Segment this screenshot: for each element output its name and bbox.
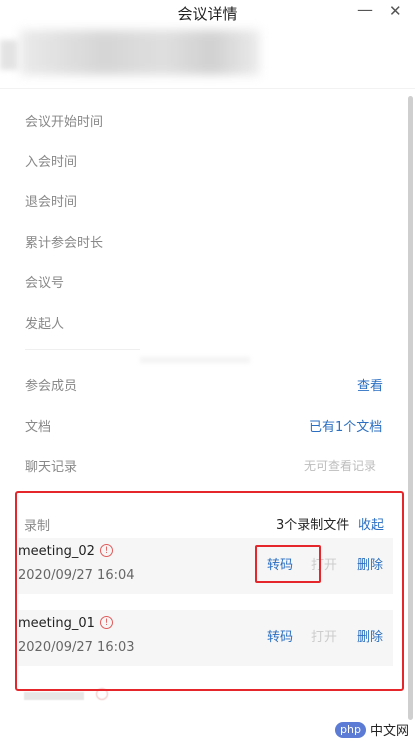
- info-label-host: 发起人: [25, 317, 65, 332]
- watermark: php 中文网: [335, 720, 409, 739]
- blurred-divider: [140, 357, 250, 363]
- info-label-meeting-id: 会议号: [25, 276, 65, 291]
- scrollbar[interactable]: [408, 96, 413, 720]
- delete-button[interactable]: 删除: [357, 626, 383, 645]
- transcode-button[interactable]: 转码: [267, 554, 293, 573]
- info-label-leave-time: 退会时间: [25, 195, 78, 210]
- blurred-meeting-name: [20, 30, 260, 75]
- open-button[interactable]: 打开: [311, 626, 337, 645]
- recording-file-item: meeting_01 ! 2020/09/27 16:03 转码 打开 删除: [18, 610, 393, 666]
- warning-icon: !: [100, 616, 113, 629]
- blurred-avatar: [0, 40, 18, 70]
- view-members-link[interactable]: 查看: [357, 375, 383, 394]
- transcode-button[interactable]: 转码: [267, 626, 293, 645]
- watermark-text: 中文网: [369, 724, 409, 739]
- file-name: meeting_02: [18, 544, 95, 559]
- docs-label: 文档: [25, 420, 52, 435]
- info-label-start-time: 会议开始时间: [25, 115, 104, 130]
- file-time: 2020/09/27 16:03: [18, 640, 135, 655]
- collapse-link[interactable]: 收起: [358, 514, 384, 533]
- members-label: 参会成员: [25, 379, 78, 394]
- title-bar: 会议详情 — ✕: [0, 0, 415, 26]
- header-divider: [0, 88, 415, 89]
- recording-count: 3个录制文件: [276, 518, 350, 533]
- info-label-join-time: 入会时间: [25, 155, 78, 170]
- recording-file-item: meeting_02 ! 2020/09/27 16:04 转码 打开 删除: [18, 538, 393, 594]
- chat-status: 无可查看记录: [304, 459, 377, 473]
- close-icon[interactable]: ✕: [389, 2, 402, 20]
- watermark-badge: php: [335, 721, 366, 738]
- window-title: 会议详情: [177, 5, 238, 23]
- partial-file-row: [24, 688, 108, 703]
- delete-button[interactable]: 删除: [357, 554, 383, 573]
- open-button[interactable]: 打开: [311, 554, 337, 573]
- minimize-icon[interactable]: —: [357, 0, 373, 19]
- section-divider: [25, 349, 140, 350]
- file-time: 2020/09/27 16:04: [18, 568, 135, 583]
- chat-label: 聊天记录: [25, 460, 78, 475]
- warning-icon: !: [100, 544, 113, 557]
- recording-label: 录制: [24, 519, 51, 534]
- info-label-total-duration: 累计参会时长: [25, 236, 104, 251]
- file-name: meeting_01: [18, 616, 95, 631]
- docs-link[interactable]: 已有1个文档: [309, 416, 382, 435]
